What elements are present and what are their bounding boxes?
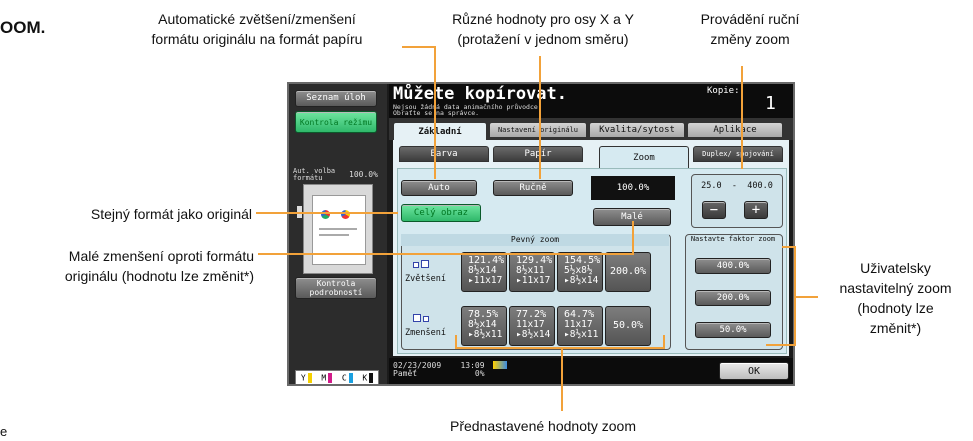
annotation-auto-zoom: Automatické zvětšení/zmenšení formátu or… xyxy=(151,11,363,47)
status-datetime: 02/23/2009 13:09 Paměť 0% xyxy=(393,361,485,378)
enlarge-label: Zvětšení xyxy=(405,274,446,284)
copies-count: 1 xyxy=(765,93,776,114)
preset-enlarge-3[interactable]: 154.5% 5½x8½ ▸8½x14 xyxy=(557,252,603,292)
manual-zoom-button[interactable]: Ručně xyxy=(493,180,573,196)
annotation-presets: Přednastavené hodnoty zoom xyxy=(449,418,636,434)
leader-line xyxy=(402,46,436,48)
preset-reduce-2[interactable]: 77.2% 11x17 ▸8½x14 xyxy=(509,306,555,346)
leader-line xyxy=(258,253,634,255)
preset-reduce-50[interactable]: 50.0% xyxy=(605,306,651,346)
auto-format-label: Aut. volba formátu xyxy=(293,167,336,182)
preset-enlarge-200[interactable]: 200.0% xyxy=(605,252,651,292)
cropped-heading-text: OOM. xyxy=(0,18,46,37)
manual-zoom-box: 25.0 - 400.0 − + xyxy=(691,174,783,228)
leader-line xyxy=(663,335,665,349)
enlarge-icon xyxy=(413,260,429,268)
leader-line xyxy=(455,347,665,349)
mode-check-button[interactable]: Kontrola režimu xyxy=(295,111,377,133)
toner-yellow: Y xyxy=(301,373,312,383)
user-zoom-50-button[interactable]: 50.0% xyxy=(695,322,771,338)
zoom-minus-button[interactable]: − xyxy=(702,201,726,219)
fixed-zoom-title: Pevný zoom xyxy=(401,234,669,246)
text-line-icon xyxy=(319,234,349,236)
toner-cyan: C xyxy=(342,373,353,383)
auto-zoom-button[interactable]: Auto xyxy=(401,180,477,196)
toner-level-bar: Y M C K xyxy=(295,370,379,384)
copies-label: Kopie: xyxy=(707,86,740,96)
cropped-page-text: e xyxy=(0,424,8,439)
header-bar: Můžete kopírovat. Nejsou žádná data anim… xyxy=(389,84,793,118)
full-image-button[interactable]: Celý obraz xyxy=(401,204,481,222)
toner-black: K xyxy=(362,373,374,383)
text-line-icon xyxy=(319,228,357,230)
preset-reduce-3[interactable]: 64.7% 11x17 ▸8½x11 xyxy=(557,306,603,346)
annotation-same-format: Stejný formát jako originál xyxy=(90,206,252,222)
leader-line xyxy=(539,56,541,179)
tab-duplex-combine[interactable]: Duplex/ spojování xyxy=(693,146,783,162)
original-preview xyxy=(303,184,373,274)
toner-magenta: M xyxy=(321,373,333,383)
ok-button[interactable]: OK xyxy=(719,362,789,380)
leader-line xyxy=(796,296,818,298)
annotation-manual-zoom: Provádění ruční změny zoom xyxy=(700,11,800,47)
auto-format-value: 100.0% xyxy=(349,170,378,179)
leader-line xyxy=(632,221,634,255)
tab-color[interactable]: Barva xyxy=(399,146,489,162)
leader-line xyxy=(434,46,436,179)
annotation-user-zoom: Uživatelsky nastavitelný zoom (hodnoty l… xyxy=(839,260,952,336)
leader-line xyxy=(741,66,743,169)
preset-enlarge-2[interactable]: 129.4% 8½x11 ▸11x17 xyxy=(509,252,555,292)
copier-touch-screen: Seznam úloh Kontrola režimu Aut. volba f… xyxy=(287,82,795,386)
status-message: Nejsou žádná data animačního průvodce. O… xyxy=(393,103,542,117)
tab-paper[interactable]: Papír xyxy=(493,146,583,162)
user-zoom-200-button[interactable]: 200.0% xyxy=(695,290,771,306)
user-zoom-400-button[interactable]: 400.0% xyxy=(695,258,771,274)
tab-basic[interactable]: Základní xyxy=(393,122,487,140)
reduce-label: Zmenšení xyxy=(405,328,446,338)
status-bar: 02/23/2009 13:09 Paměť 0% OK xyxy=(389,358,793,384)
leader-line xyxy=(561,347,563,411)
preset-reduce-1[interactable]: 78.5% 8½x14 ▸8½x11 xyxy=(461,306,507,346)
annotation-xy-zoom: Různé hodnoty pro osy X a Y (protažení v… xyxy=(452,11,634,47)
zoom-range-label: 25.0 - 400.0 xyxy=(701,181,773,191)
preset-enlarge-1[interactable]: 121.4% 8½x14 ▸11x17 xyxy=(461,252,507,292)
tab-quality-density[interactable]: Kvalita/sytost xyxy=(589,122,685,138)
tab-zoom[interactable]: Zoom xyxy=(599,146,689,168)
tab-applications[interactable]: Aplikace xyxy=(687,122,783,138)
zoom-plus-button[interactable]: + xyxy=(744,201,768,219)
current-zoom-display: 100.0% xyxy=(591,176,675,200)
leader-line xyxy=(256,212,398,214)
detail-check-button[interactable]: Kontrola podrobností xyxy=(295,277,377,299)
network-status-icon xyxy=(493,361,507,369)
job-list-button[interactable]: Seznam úloh xyxy=(295,90,377,107)
leader-line xyxy=(766,344,796,346)
user-zoom-title: Nastavte faktor zoom xyxy=(690,235,776,243)
reduce-icon xyxy=(413,314,429,322)
tab-original-settings[interactable]: Nastavení originálu xyxy=(489,122,587,138)
annotation-small-reduction: Malé zmenšení oproti formátu originálu (… xyxy=(64,248,254,284)
